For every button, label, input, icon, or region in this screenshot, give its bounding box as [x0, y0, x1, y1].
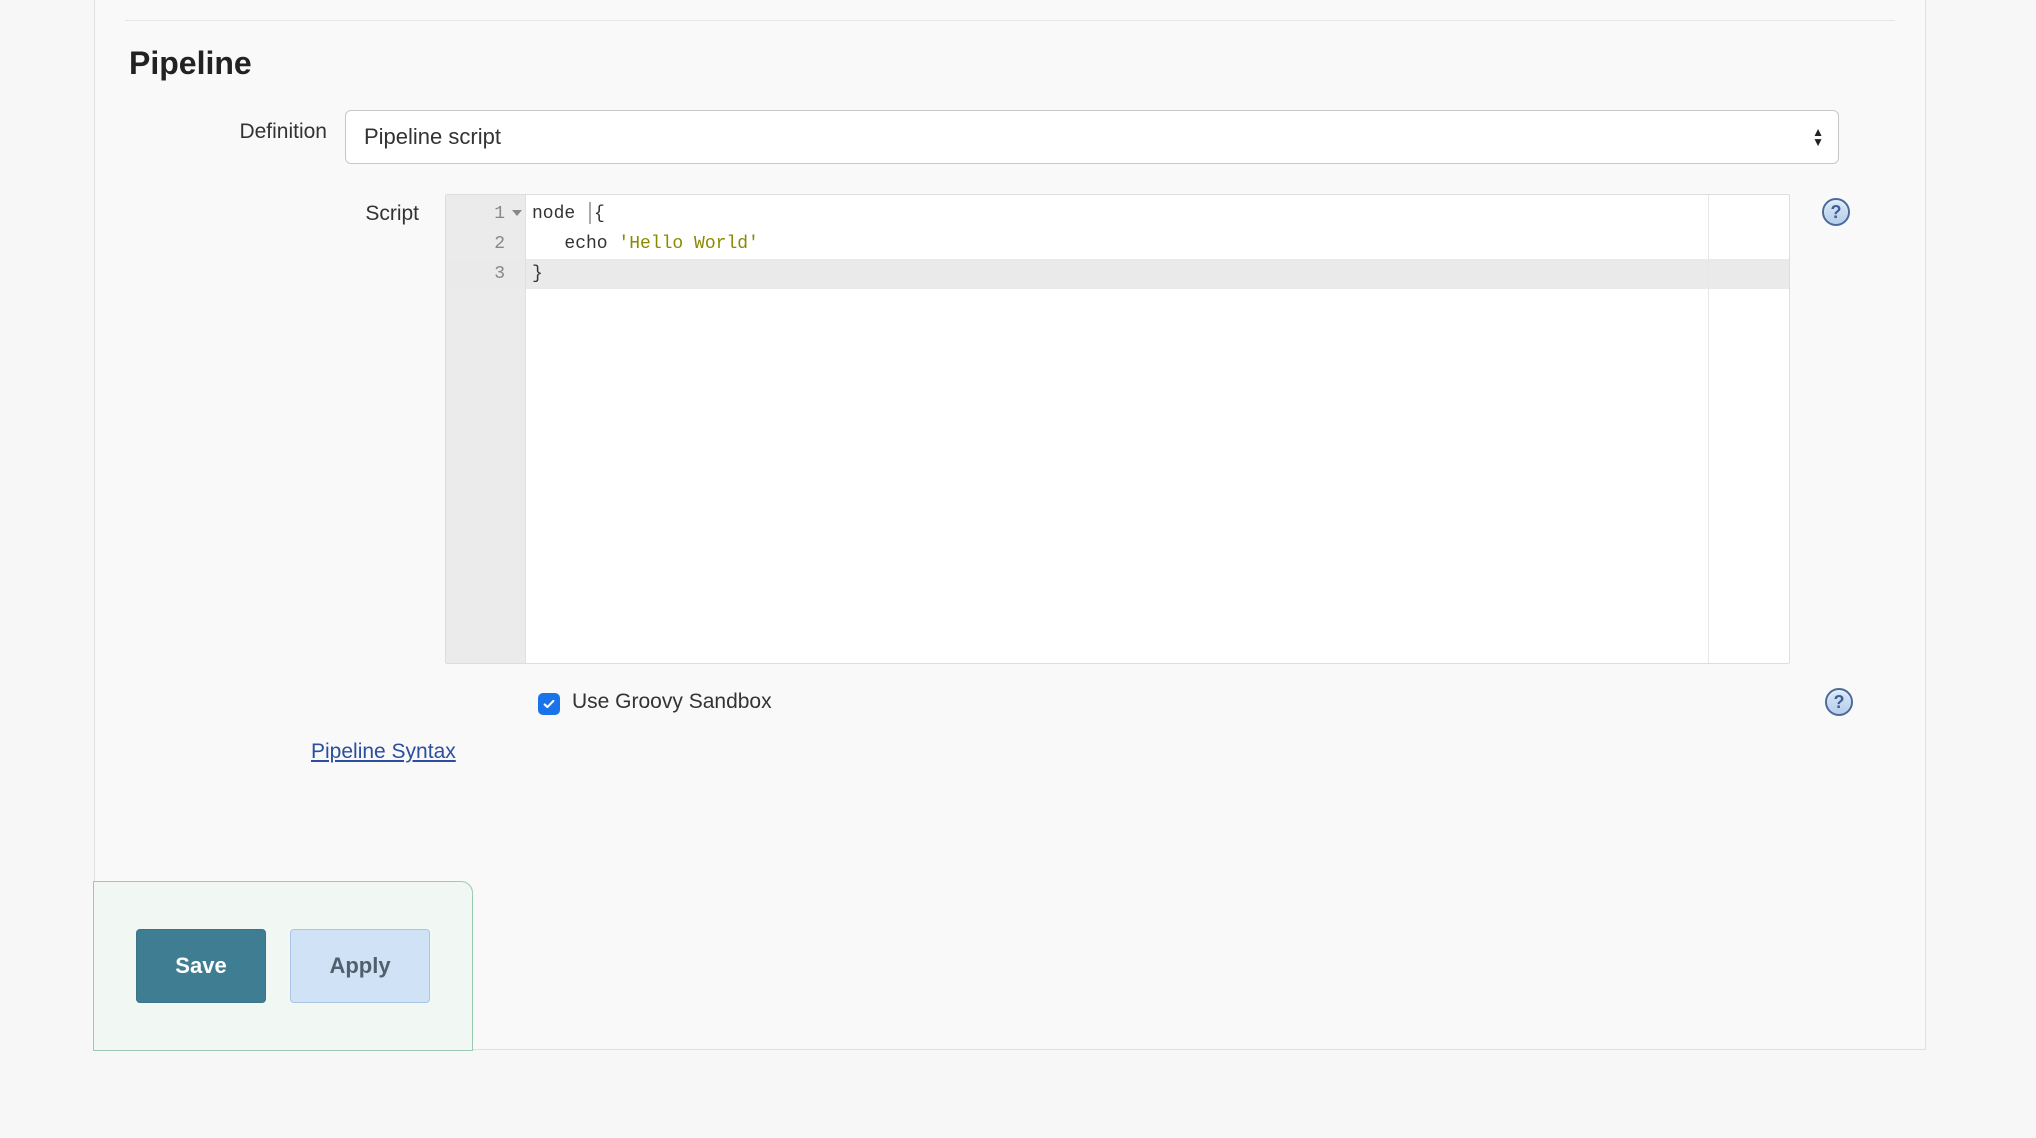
check-icon	[542, 697, 556, 711]
code-line: }	[526, 259, 1789, 289]
divider	[125, 20, 1895, 21]
groovy-sandbox-label: Use Groovy Sandbox	[572, 690, 772, 714]
save-button[interactable]: Save	[136, 929, 266, 1003]
script-label: Script	[191, 194, 445, 226]
definition-row: Definition Pipeline script ▲▼	[125, 110, 1895, 164]
gutter-line: 3	[446, 259, 525, 289]
pipeline-panel: Pipeline Definition Pipeline script ▲▼ S…	[94, 0, 1926, 1050]
code-line: node {	[526, 199, 1789, 229]
code-line: echo 'Hello World'	[526, 229, 1789, 259]
gutter-line: 1	[446, 199, 525, 229]
help-icon[interactable]: ?	[1825, 688, 1853, 716]
definition-select-value: Pipeline script	[364, 124, 501, 150]
dropdown-arrows-icon: ▲▼	[1812, 128, 1824, 146]
cursor-icon	[589, 202, 591, 224]
gutter-line: 2	[446, 229, 525, 259]
section-title: Pipeline	[129, 45, 1925, 82]
fold-marker-icon[interactable]	[512, 210, 522, 216]
definition-label: Definition	[125, 110, 345, 144]
script-editor[interactable]: 1 2 3 node { echo 'Hello World' }	[445, 194, 1790, 664]
code-area[interactable]: node { echo 'Hello World' }	[526, 195, 1789, 663]
sandbox-row: Use Groovy Sandbox ?	[191, 688, 1895, 716]
button-bar: Save Apply	[93, 881, 473, 1051]
help-icon[interactable]: ?	[1822, 198, 1850, 226]
definition-select[interactable]: Pipeline script ▲▼	[345, 110, 1839, 164]
apply-button[interactable]: Apply	[290, 929, 430, 1003]
print-margin	[1708, 195, 1709, 663]
script-row: Script 1 2 3 node {	[191, 194, 1895, 664]
pipeline-syntax-link[interactable]: Pipeline Syntax	[311, 740, 456, 764]
groovy-sandbox-checkbox[interactable]	[538, 693, 560, 715]
editor-gutter: 1 2 3	[446, 195, 526, 663]
